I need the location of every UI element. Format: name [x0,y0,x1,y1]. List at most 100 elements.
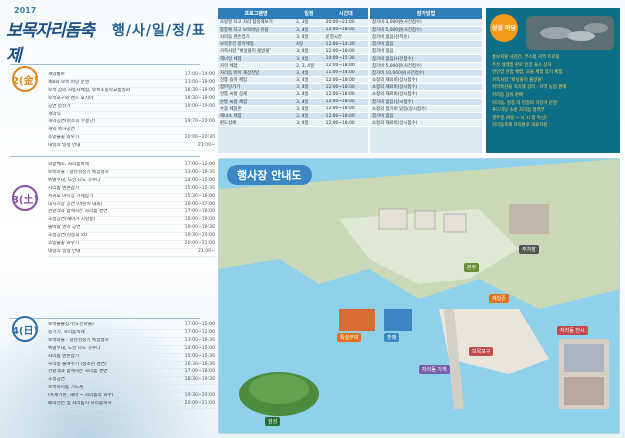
event-time: 13:00~19:00 [184,79,215,85]
table-row: 자리돔 바이 해상전달 3, 4일 11:00~14:00 [218,69,368,78]
table-cell: 11:00~14:00 [323,69,368,78]
event-name: 초청공연 [48,377,65,383]
event-name: 제8회 보목 마당 운영 [48,79,90,85]
schedule-item: 서귀포 야시장 기세잡기 15:30~16:00 [48,194,215,202]
day-badge: 4(日) [12,316,38,342]
table-cell: 소정의 재료비(상시접수) [370,119,482,128]
list-item: 자리돔축제 자리판로 의료지원 [492,123,548,129]
event-name: 폐막선언 및 자리돔지 자리돔축하 [48,401,112,407]
table-cell: 가족사랑 "바닷물이 물방울" [218,47,295,56]
event-name: 특별부대, 도전 나도 가수다 [48,345,101,351]
event-name: 보목불볼걷기(도전마을) [48,322,94,327]
table-cell: 12:00~18:00 [323,112,368,121]
schedule-item: 보목포구와 맨스 포시아 18:30~19:00 [48,96,215,104]
table-cell: 소정의 재료비(상시접수) [370,76,482,85]
table-cell: 자리돔 바이 해상전달 [218,69,295,78]
event-map: 행사장 안내도 특설무대 판매 본부 보목포구 자리돔 가게 주차장 섶섬 자리… [218,158,620,434]
column-header: 시간대 [323,8,368,19]
table-row: 소정의 참가비 있음(상시접수) [370,105,482,113]
event-time: 13:00~19:30 [184,169,215,175]
event-time: 13:00~19:30 [184,337,215,343]
schedule-item: 보목자리돔 기도제 [48,385,215,394]
event-name: 자리돔 맨손잡기 [48,353,80,359]
table-cell: 참가비 없음(상시접수) [370,98,482,106]
event-time: 17:00~12:00 [184,329,215,335]
table-row: 참가비 10,000원(사전접수) [370,69,482,78]
table-cell: 소정의 참가비 있음(상시접수) [370,105,482,113]
event-time: 19:30~20:00 [184,393,215,399]
logo-year: 2017 [14,6,37,15]
table-row: 해녀소 체험 3, 4일 12:00~18:00 [218,112,368,121]
event-name: 보목포구와 맨스 포시아 [48,95,94,101]
table-cell: 카약 체험 [218,62,295,70]
event-name: 개막식 [48,111,61,117]
table-cell: 2, 3, 4일 [294,62,324,70]
event-name: 소망불꽃 띄우기 [48,241,80,247]
table-cell: 12:00~18:00 [323,47,368,56]
table-row: 참가비 5,000원(사전접수) [370,62,482,70]
table-cell: 소정의 재료비(상시접수) [370,83,482,92]
schedule-item: 특별부대, 도전 나도 가수다 14:00~15:00 [48,346,215,354]
event-time: 19:30~20:00 [184,233,215,239]
table-row: 가족사랑 "바닷물이 물방울" 3, 4일 12:00~18:00 [218,47,368,56]
schedule-item: 공연 봉산기 19:00~19:00 [48,104,215,112]
table-cell: 12:00~14:30 [323,40,368,49]
event-name: 희망체조, 자리돔축제 [48,162,89,167]
event-name: 우리동 줄여주기 (청소년 경연) [48,361,107,367]
map-label: 체험존 [489,294,509,303]
table-cell: 12:00~18:00 [323,62,368,70]
map-label: 섶섬 [265,417,281,426]
table-cell: 3, 4일 [294,26,324,34]
table-row: 해녀일 체험 3, 4일 14:00~15:30 [218,54,368,63]
table-cell: 3, 4일 [294,83,324,92]
table-cell: 3, 4일 [294,47,324,56]
table-row: 조랑말 타고 자리 탑승해보기 2, 3일 20:00~21:00 [218,19,368,27]
table-cell: 참가비 없음(사전접수) [370,54,482,63]
table-row: 자리돔 맨손잡기 3, 4일 운영시간 [218,33,368,42]
map-label: 판매 [384,333,400,342]
event-time: 14:00~15:00 [184,177,215,183]
table-cell: 참가비 5,000원(사전접수) [370,26,482,34]
schedule-item: 솔바람 영어 공연 19:00~19:30 [48,225,215,234]
event-name: 소망불꽃 띄우기 [48,135,80,141]
schedule-item: 용기기, 자리돔축제 17:00~12:00 [48,330,215,338]
table-row: 소정의 재료비(상시접수) [370,90,482,99]
event-name: 초청공연(해녀가 시낭송) [48,217,96,223]
event-time: 20:00~21:00 [184,241,215,247]
table-row: 카약 체험 2, 3, 4일 12:00~18:00 [218,62,368,70]
list-item: 푸드마당 소방 자리돔 협력부 [492,108,545,114]
table-cell: 해녀소 체험 [218,112,295,121]
schedule-item: 특별부대, 도전 나도 가수다 14:00~15:00 [48,178,215,186]
table-cell: 20:00~21:00 [323,19,368,27]
table-row: 전통 승마 체험 3, 4일 12:00~18:00 [218,76,368,85]
column-header: 일정 [294,8,324,19]
schedule-item: 초청공연 18:30~19:30 [48,377,215,386]
day-events: 개막통보 17:00~14:00 제8회 보목 마당 운영 13:00~19:00 보목… [48,72,215,152]
list-item: 주섯 설레일 판로 인양 돌스 상자 [492,62,552,68]
event-time: 21:00~ [197,248,215,254]
table-cell: 3, 4일 [294,105,324,113]
event-name: 솔바람 영어 공연 [48,225,81,231]
schedule-item: 소망불꽃 띄우기 20:00~20:30 [48,135,215,144]
table-row: 순발 씨름 체험 3, 4일 12:00~18:00 [218,98,368,106]
schedule-item: 폐막선언 및 자리돔지 자리돔축하 20:00~21:00 [48,401,215,409]
day-events: 희망체조, 자리돔축제 17:00~12:00 보목마을 : 광산검정기 특집행사 1… [48,162,215,257]
map-label: 본부 [464,263,480,272]
table-cell: 참가비 없음(선착순) [370,33,482,42]
schedule-item: (축제기본, 해녀 ~ 자리돔의 외수) 19:30~20:00 [48,393,215,402]
day-divider [10,318,200,319]
event-name: 개막공연(마소의 무용단) [48,119,96,125]
permanent-events-panel: 상설 마당 홍보지원 사진전, 부스정 지역 트로팅 주섯 설레일 판로 인양 돌… [486,8,620,153]
event-time: 20:00~21:00 [184,401,215,407]
table-row: 소정의 재료비(상시접수) [370,76,482,85]
event-time: 15:30~16:00 [184,193,215,199]
table-cell: 참가비 10,000원(사전접수) [370,69,482,78]
table-cell: 2, 3일 [294,19,324,27]
table-cell: 3, 4일 [294,112,324,121]
table-cell: 12:00~18:00 [323,26,368,34]
table-cell: 참가비 없음 [370,47,482,56]
table-row: 참가비 없음 [370,40,482,49]
map-label: 주차장 [519,245,539,254]
table-cell: 자리돔 맨손잡기 [218,33,295,42]
table-cell: 12:00~18:00 [323,90,368,99]
